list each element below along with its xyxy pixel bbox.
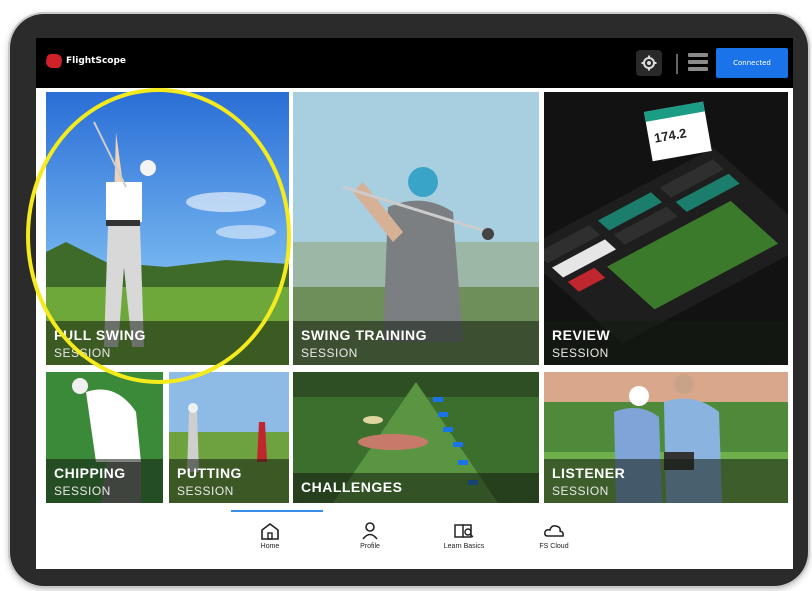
flightscope-logo-icon	[44, 54, 64, 68]
home-icon	[261, 523, 279, 540]
tile-subtitle: SESSION	[54, 484, 111, 498]
nav-item-label: Profile	[360, 543, 380, 550]
tile-subtitle: SESSION	[177, 484, 234, 498]
nav-item-label: FS Cloud	[539, 543, 569, 550]
header-divider	[676, 54, 678, 74]
tile-subtitle: SESSION	[552, 484, 609, 498]
tile-full-swing[interactable]: FULL SWING SESSION	[46, 92, 289, 365]
person-icon	[362, 522, 378, 540]
nav-item-profile[interactable]: Profile	[335, 522, 405, 550]
tile-title: SWING TRAINING	[301, 327, 427, 343]
nav-item-fs-cloud[interactable]: FS Cloud	[519, 522, 589, 550]
tile-title: REVIEW	[552, 327, 611, 343]
tile-subtitle: SESSION	[54, 346, 111, 360]
tile-title: LISTENER	[552, 465, 626, 481]
tile-review[interactable]: 174.2 REVIEW SESSION	[544, 92, 788, 365]
tile-title: CHALLENGES	[301, 479, 403, 495]
book-icon	[454, 524, 474, 538]
cloud-icon	[544, 525, 564, 537]
nav-item-label: Home	[260, 543, 280, 550]
unit-icon[interactable]	[688, 52, 708, 72]
tile-title: FULL SWING	[54, 327, 146, 343]
brand-name: FlightScope	[66, 56, 127, 66]
nav-item-learn-basics[interactable]: Learn Basics	[429, 522, 499, 550]
tile-subtitle: SESSION	[301, 346, 358, 360]
tile-title: CHIPPING	[54, 465, 126, 481]
connected-button[interactable]: Connected	[716, 48, 788, 78]
tile-putting[interactable]: PUTTING SESSION	[169, 372, 289, 503]
app-screen: FlightScope Connected FULL SWING SESSION…	[36, 38, 793, 569]
settings-button[interactable]	[636, 50, 662, 76]
nav-item-home[interactable]: Home	[235, 522, 305, 550]
tile-subtitle: SESSION	[552, 346, 609, 360]
tile-listener[interactable]: LISTENER SESSION	[544, 372, 788, 503]
top-bar: FlightScope Connected	[36, 38, 793, 88]
gear-icon	[641, 55, 657, 71]
brand-logo: FlightScope	[44, 54, 127, 68]
nav-item-label: Learn Basics	[443, 543, 485, 550]
tile-swing-training[interactable]: SWING TRAINING SESSION	[293, 92, 539, 365]
tile-challenges[interactable]: CHALLENGES	[293, 372, 539, 503]
nav-active-indicator	[231, 510, 323, 512]
bottom-nav: Home Profile Learn Basics FS Cloud	[36, 508, 793, 569]
tile-chipping[interactable]: CHIPPING SESSION	[46, 372, 163, 503]
tile-title: PUTTING	[177, 465, 242, 481]
